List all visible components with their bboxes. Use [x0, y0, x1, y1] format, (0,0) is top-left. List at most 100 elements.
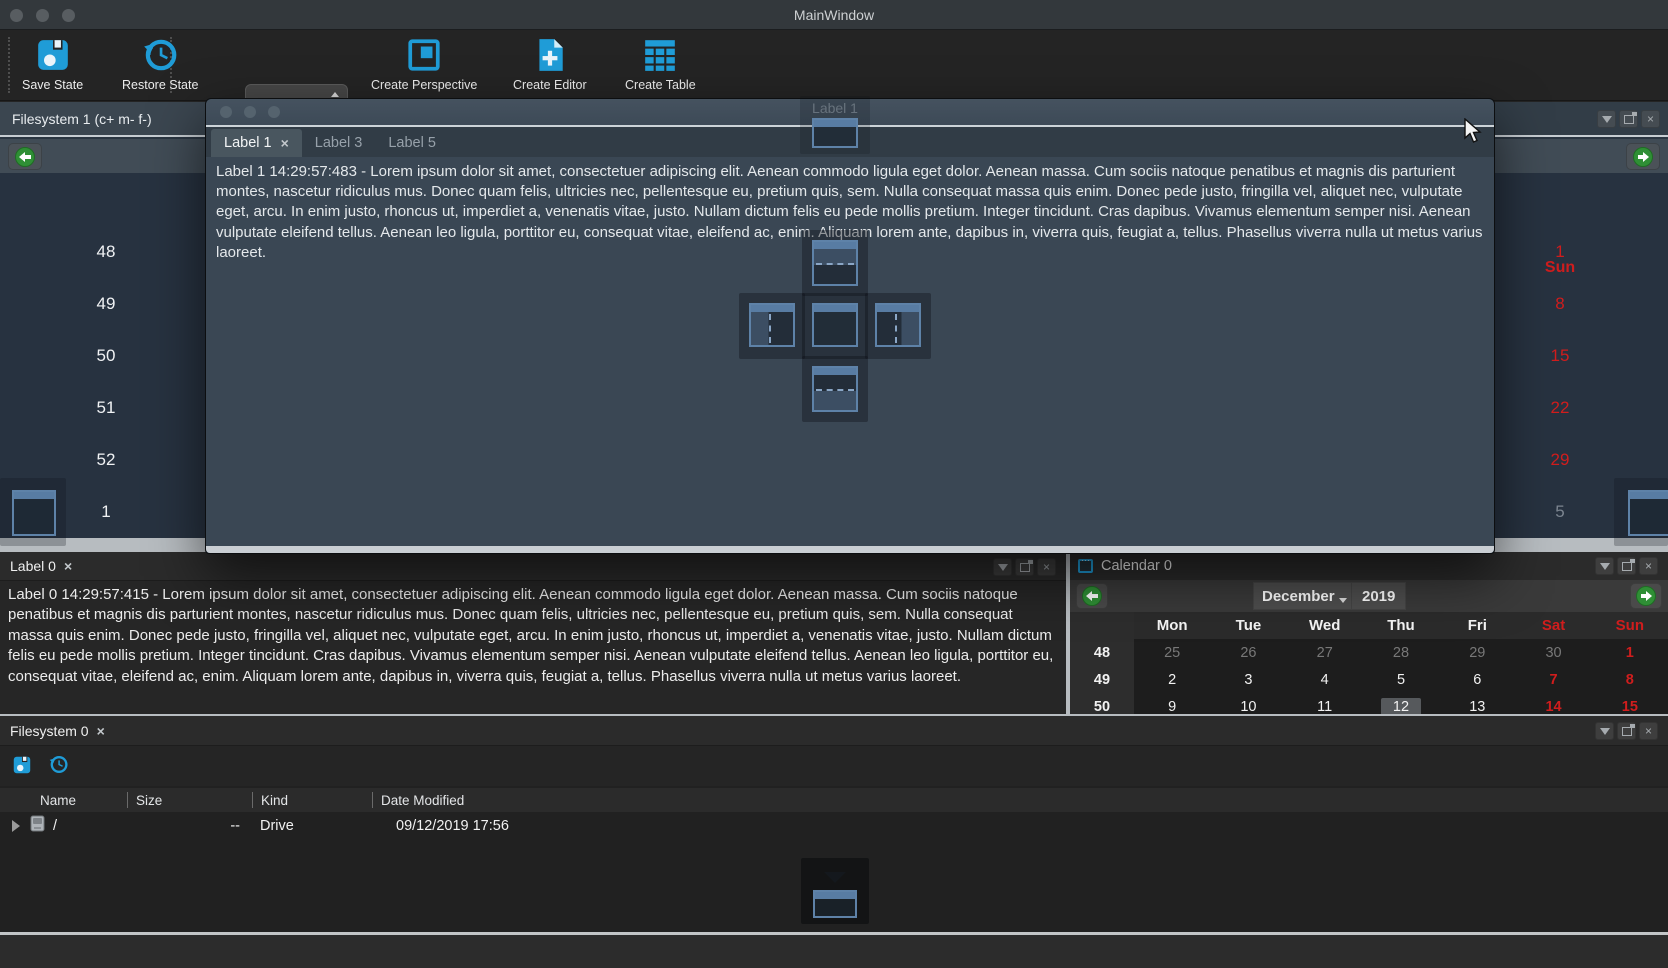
drop-indicator-center[interactable]: [812, 303, 858, 347]
next-month-button[interactable]: [1626, 143, 1660, 170]
save-state-button[interactable]: Save State: [22, 34, 83, 92]
dock-menu-button[interactable]: [1595, 722, 1614, 740]
calendar-day[interactable]: 29: [1528, 434, 1592, 486]
chevron-down-icon: [998, 564, 1008, 571]
drop-indicator-left[interactable]: [749, 303, 795, 347]
calendar-day[interactable]: 2: [1134, 666, 1210, 693]
tab-label3[interactable]: Label 3: [302, 129, 376, 157]
tab-label1[interactable]: Label 1 ×: [211, 129, 302, 157]
calendar-day[interactable]: 22: [1528, 382, 1592, 434]
tab-filesystem1[interactable]: Filesystem 1 (c+ m- f-): [0, 102, 208, 135]
minimize-window-button[interactable]: [244, 106, 256, 118]
zoom-window-button[interactable]: [62, 9, 75, 22]
calendar-day[interactable]: 13: [1439, 693, 1515, 714]
calendar-day[interactable]: 26: [1210, 639, 1286, 666]
calendar-day[interactable]: 4: [1287, 666, 1363, 693]
table-row[interactable]: /--Drive09/12/2019 17:56: [0, 812, 1668, 839]
dock-close-button[interactable]: ×: [1639, 722, 1658, 740]
calendar-day[interactable]: 29: [1439, 639, 1515, 666]
dock-menu-button[interactable]: [1595, 557, 1614, 575]
fs-restore-button[interactable]: [48, 754, 69, 778]
calendar-day[interactable]: 1: [1528, 226, 1592, 278]
calendar-day[interactable]: 27: [1287, 639, 1363, 666]
tab-label5[interactable]: Label 5: [375, 129, 449, 157]
dock-menu-button[interactable]: [993, 558, 1012, 576]
calendar-day[interactable]: 5: [1363, 666, 1439, 693]
size-cell: --: [127, 818, 252, 834]
floating-window-bottom-edge[interactable]: [206, 546, 1494, 553]
calendar-day[interactable]: 3: [1210, 666, 1286, 693]
restore-icon: [141, 34, 179, 76]
calendar-day[interactable]: 9: [1134, 693, 1210, 714]
name-cell: /: [0, 815, 127, 836]
next-month-button[interactable]: [1630, 583, 1662, 609]
dock-detach-button[interactable]: [1617, 722, 1636, 740]
minimize-window-button[interactable]: [36, 9, 49, 22]
fs-save-button[interactable]: [12, 755, 32, 778]
calendar-day[interactable]: 15: [1528, 330, 1592, 382]
drop-indicator-right[interactable]: [875, 303, 921, 347]
create-editor-button[interactable]: Create Editor: [513, 34, 587, 92]
week-number: 48: [1070, 639, 1134, 666]
disclosure-triangle-icon[interactable]: [12, 820, 20, 832]
drop-indicator-outer-bottom[interactable]: [813, 890, 857, 918]
year-button[interactable]: 2019: [1351, 582, 1406, 610]
drop-indicator-outer-right[interactable]: [1628, 490, 1668, 536]
close-tab-icon[interactable]: ×: [281, 136, 289, 150]
calendar-day[interactable]: 6: [1439, 666, 1515, 693]
dock-close-button[interactable]: ×: [1641, 110, 1660, 128]
column-header[interactable]: Kind: [252, 792, 372, 808]
calendar-day[interactable]: 11: [1287, 693, 1363, 714]
dock-detach-button[interactable]: [1619, 110, 1638, 128]
calendar-day[interactable]: 1: [1592, 639, 1668, 666]
drop-indicator-outer-left[interactable]: [12, 490, 56, 536]
save-icon: [12, 763, 32, 778]
dock-close-button[interactable]: ×: [1639, 557, 1658, 575]
close-window-button[interactable]: [220, 106, 232, 118]
calendar-icon: [1078, 559, 1093, 573]
calendar-day[interactable]: 14: [1515, 693, 1591, 714]
close-window-button[interactable]: [10, 9, 23, 22]
create-perspective-button[interactable]: Create Perspective: [371, 34, 477, 92]
day-header: Wed: [1287, 612, 1363, 639]
calendar-day[interactable]: 7: [1515, 666, 1591, 693]
calendar-day[interactable]: 8: [1528, 278, 1592, 330]
column-header[interactable]: Size: [127, 792, 252, 808]
tab-filesystem0[interactable]: Filesystem 0 ×: [0, 716, 115, 745]
mouse-cursor: [1462, 118, 1486, 149]
kind-cell: Drive: [252, 818, 372, 834]
calendar0-dock-buttons: ×: [1595, 557, 1658, 575]
calendar-day[interactable]: 12: [1363, 693, 1439, 714]
drop-indicator-bottom[interactable]: [812, 366, 858, 412]
drop-indicator-outer-top[interactable]: [812, 118, 858, 148]
tab-label0[interactable]: Label 0 ×: [0, 552, 82, 580]
calendar-day[interactable]: 5: [1528, 486, 1592, 538]
close-tab-icon[interactable]: ×: [97, 724, 105, 738]
drop-indicator-top[interactable]: [812, 240, 858, 286]
dock-detach-button[interactable]: [1617, 557, 1636, 575]
zoom-window-button[interactable]: [268, 106, 280, 118]
dock-close-button[interactable]: ×: [1037, 558, 1056, 576]
calendar-day[interactable]: 25: [1134, 639, 1210, 666]
label0-content: Label 0 14:29:57:415 - Lorem ipsum dolor…: [0, 581, 1066, 714]
column-header[interactable]: Date Modified: [372, 792, 1662, 808]
filesystem0-table-header: NameSizeKindDate Modified: [0, 788, 1668, 812]
column-header[interactable]: Name: [0, 792, 127, 808]
calendar-day[interactable]: 8: [1592, 666, 1668, 693]
month-dropdown[interactable]: December: [1253, 582, 1356, 610]
toolbar-handle[interactable]: [8, 37, 10, 93]
prev-month-button[interactable]: [1076, 583, 1108, 609]
calendar-day[interactable]: 28: [1363, 639, 1439, 666]
calendar-day[interactable]: 30: [1515, 639, 1591, 666]
close-tab-icon[interactable]: ×: [64, 559, 72, 573]
calendar-day[interactable]: 10: [1210, 693, 1286, 714]
calendar-day[interactable]: 15: [1592, 693, 1668, 714]
dock-menu-button[interactable]: [1597, 110, 1616, 128]
dock-detach-button[interactable]: [1015, 558, 1034, 576]
restore-state-button[interactable]: Restore State: [122, 34, 198, 92]
perspective-icon: [406, 34, 442, 76]
week-number: 49: [78, 278, 134, 330]
prev-month-button[interactable]: [8, 143, 42, 170]
detach-icon: [1622, 727, 1632, 736]
create-table-button[interactable]: Create Table: [625, 34, 696, 92]
